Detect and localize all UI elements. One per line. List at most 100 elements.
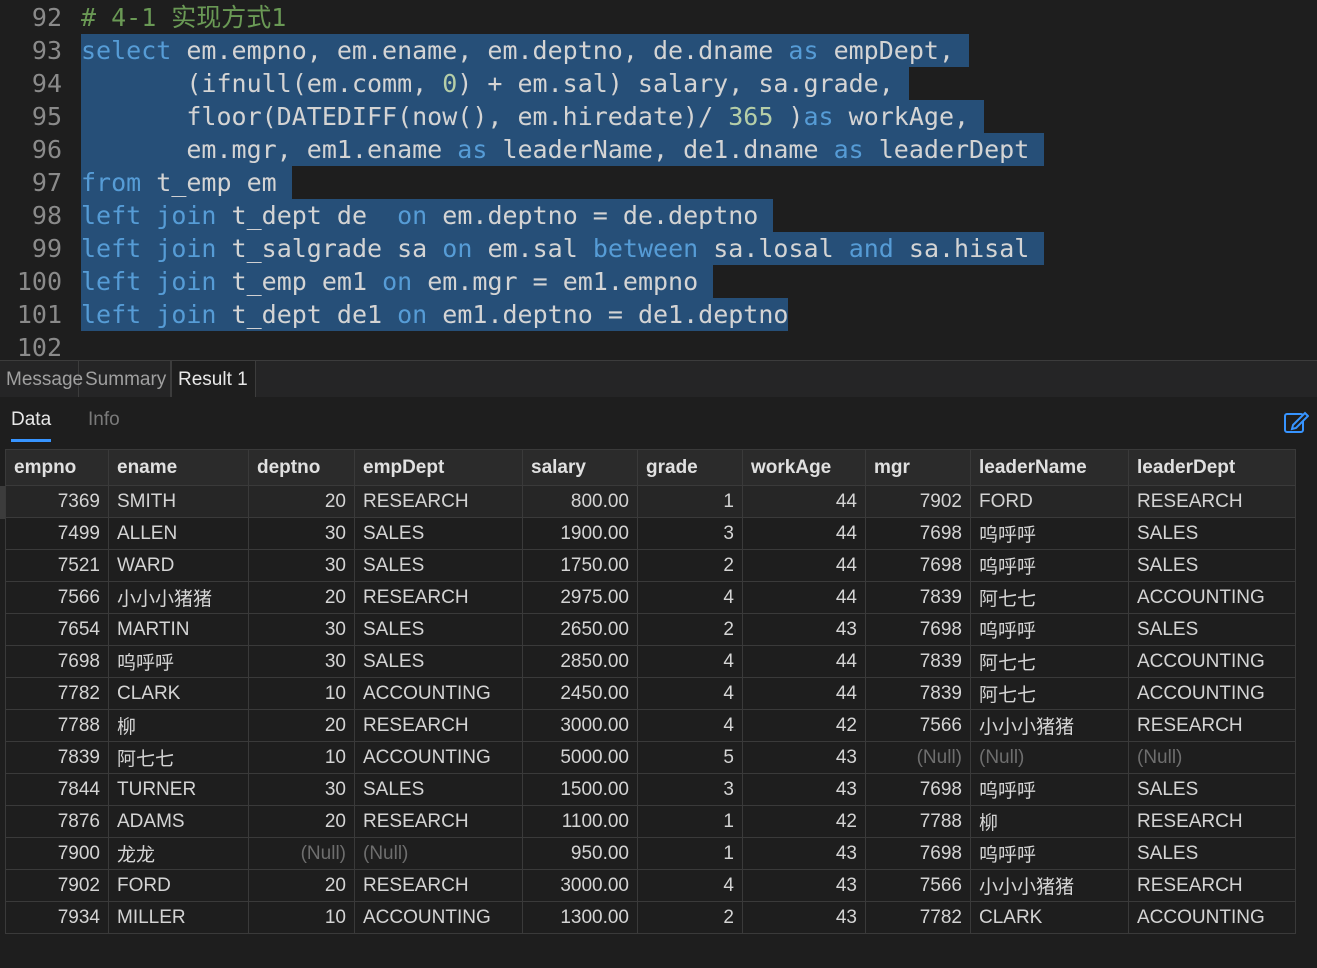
cell-ename[interactable]: MARTIN [108, 613, 249, 646]
code-line[interactable]: 100 left join t_emp em1 on em.mgr = em1.e… [0, 265, 1317, 298]
cell-deptno[interactable]: 30 [248, 517, 355, 550]
cell-ename[interactable]: ALLEN [108, 517, 249, 550]
tab-message[interactable]: Message [0, 361, 83, 397]
cell-salary[interactable]: 2650.00 [522, 613, 638, 646]
cell-empno[interactable]: 7521 [5, 549, 109, 582]
cell-workAge[interactable]: 43 [742, 741, 866, 774]
column-header-leaderName[interactable]: leaderName [970, 449, 1129, 486]
cell-empDept[interactable]: RESEARCH [354, 805, 523, 838]
cell-workAge[interactable]: 42 [742, 805, 866, 838]
cell-leaderName[interactable]: FORD [970, 485, 1129, 518]
cell-ename[interactable]: MILLER [108, 901, 249, 934]
table-row[interactable]: 7902 FORD 20 RESEARCH 3000.00 4 43 7566 小小小猪猪 RES… [5, 869, 1296, 902]
column-header-empno[interactable]: empno [5, 449, 109, 486]
cell-deptno[interactable]: 20 [248, 869, 355, 902]
cell-deptno[interactable]: (Null) [248, 837, 355, 870]
cell-mgr[interactable]: 7839 [865, 645, 971, 678]
cell-leaderDept[interactable]: ACCOUNTING [1128, 677, 1296, 710]
table-row[interactable]: 7369 SMITH 20 RESEARCH 800.00 1 44 7902 FORD RESE… [5, 485, 1296, 518]
cell-empDept[interactable]: SALES [354, 645, 523, 678]
cell-leaderName[interactable]: 呜呼呼 [970, 549, 1129, 582]
cell-grade[interactable]: 1 [637, 837, 743, 870]
cell-workAge[interactable]: 44 [742, 677, 866, 710]
cell-deptno[interactable]: 30 [248, 549, 355, 582]
cell-workAge[interactable]: 43 [742, 613, 866, 646]
cell-ename[interactable]: CLARK [108, 677, 249, 710]
cell-leaderName[interactable]: 阿七七 [970, 581, 1129, 614]
cell-leaderDept[interactable]: (Null) [1128, 741, 1296, 774]
table-row[interactable]: 7788 柳 20 RESEARCH 3000.00 4 42 7566 小小小猪猪 RESEAR… [5, 709, 1296, 742]
cell-empno[interactable]: 7654 [5, 613, 109, 646]
cell-ename[interactable]: 阿七七 [108, 741, 249, 774]
table-row[interactable]: 7521 WARD 30 SALES 1750.00 2 44 7698 呜呼呼 SALES [5, 549, 1296, 582]
tab-summary[interactable]: Summary [79, 361, 171, 397]
cell-mgr[interactable]: (Null) [865, 741, 971, 774]
column-header-leaderDept[interactable]: leaderDept [1128, 449, 1296, 486]
cell-mgr[interactable]: 7698 [865, 549, 971, 582]
cell-empno[interactable]: 7788 [5, 709, 109, 742]
cell-empno[interactable]: 7499 [5, 517, 109, 550]
cell-leaderDept[interactable]: SALES [1128, 837, 1296, 870]
edit-icon[interactable] [1283, 409, 1309, 435]
cell-grade[interactable]: 3 [637, 517, 743, 550]
table-row[interactable]: 7900 龙龙 (Null) (Null) 950.00 1 43 7698 呜呼呼 SALES [5, 837, 1296, 870]
cell-salary[interactable]: 2975.00 [522, 581, 638, 614]
cell-deptno[interactable]: 30 [248, 773, 355, 806]
column-header-empDept[interactable]: empDept [354, 449, 523, 486]
cell-deptno[interactable]: 30 [248, 645, 355, 678]
column-header-grade[interactable]: grade [637, 449, 743, 486]
cell-mgr[interactable]: 7788 [865, 805, 971, 838]
cell-leaderDept[interactable]: RESEARCH [1128, 485, 1296, 518]
cell-leaderDept[interactable]: ACCOUNTING [1128, 581, 1296, 614]
cell-salary[interactable]: 950.00 [522, 837, 638, 870]
cell-workAge[interactable]: 43 [742, 901, 866, 934]
cell-ename[interactable]: ADAMS [108, 805, 249, 838]
cell-empno[interactable]: 7839 [5, 741, 109, 774]
cell-leaderDept[interactable]: ACCOUNTING [1128, 901, 1296, 934]
cell-empno[interactable]: 7900 [5, 837, 109, 870]
cell-leaderName[interactable]: 小小小猪猪 [970, 709, 1129, 742]
cell-salary[interactable]: 5000.00 [522, 741, 638, 774]
table-row[interactable]: 7782 CLARK 10 ACCOUNTING 2450.00 4 44 7839 阿七七 AC… [5, 677, 1296, 710]
cell-empDept[interactable]: RESEARCH [354, 485, 523, 518]
code-line[interactable]: 99 left join t_salgrade sa on em.sal betw… [0, 232, 1317, 265]
table-row[interactable]: 7876 ADAMS 20 RESEARCH 1100.00 1 42 7788 柳 RESEAR… [5, 805, 1296, 838]
cell-salary[interactable]: 2850.00 [522, 645, 638, 678]
cell-workAge[interactable]: 44 [742, 581, 866, 614]
cell-mgr[interactable]: 7839 [865, 677, 971, 710]
cell-grade[interactable]: 4 [637, 581, 743, 614]
cell-grade[interactable]: 4 [637, 709, 743, 742]
column-header-ename[interactable]: ename [108, 449, 249, 486]
cell-grade[interactable]: 2 [637, 549, 743, 582]
code-line[interactable]: 95 floor(DATEDIFF(now(), em.hiredate)/ 3… [0, 100, 1317, 133]
cell-leaderName[interactable]: 呜呼呼 [970, 613, 1129, 646]
cell-salary[interactable]: 3000.00 [522, 709, 638, 742]
cell-leaderName[interactable]: 阿七七 [970, 645, 1129, 678]
cell-grade[interactable]: 1 [637, 805, 743, 838]
code-line[interactable]: 93 select em.empno, em.ename, em.deptno, … [0, 34, 1317, 67]
cell-leaderName[interactable]: 呜呼呼 [970, 517, 1129, 550]
cell-mgr[interactable]: 7566 [865, 869, 971, 902]
cell-ename[interactable]: WARD [108, 549, 249, 582]
code-line[interactable]: 98 left join t_dept de on em.deptno = de.… [0, 199, 1317, 232]
cell-empDept[interactable]: SALES [354, 773, 523, 806]
cell-workAge[interactable]: 44 [742, 645, 866, 678]
cell-mgr[interactable]: 7839 [865, 581, 971, 614]
table-row[interactable]: 7934 MILLER 10 ACCOUNTING 1300.00 2 43 7782 CLAR… [5, 901, 1296, 934]
cell-mgr[interactable]: 7566 [865, 709, 971, 742]
cell-leaderDept[interactable]: RESEARCH [1128, 709, 1296, 742]
cell-leaderName[interactable]: 阿七七 [970, 677, 1129, 710]
cell-leaderDept[interactable]: SALES [1128, 773, 1296, 806]
cell-ename[interactable]: 呜呼呼 [108, 645, 249, 678]
cell-empDept[interactable]: SALES [354, 613, 523, 646]
cell-leaderDept[interactable]: RESEARCH [1128, 805, 1296, 838]
column-header-workAge[interactable]: workAge [742, 449, 866, 486]
cell-empDept[interactable]: ACCOUNTING [354, 741, 523, 774]
cell-mgr[interactable]: 7698 [865, 517, 971, 550]
cell-empno[interactable]: 7934 [5, 901, 109, 934]
cell-salary[interactable]: 1500.00 [522, 773, 638, 806]
cell-empno[interactable]: 7369 [5, 485, 109, 518]
cell-grade[interactable]: 1 [637, 485, 743, 518]
cell-deptno[interactable]: 20 [248, 805, 355, 838]
cell-empDept[interactable]: (Null) [354, 837, 523, 870]
